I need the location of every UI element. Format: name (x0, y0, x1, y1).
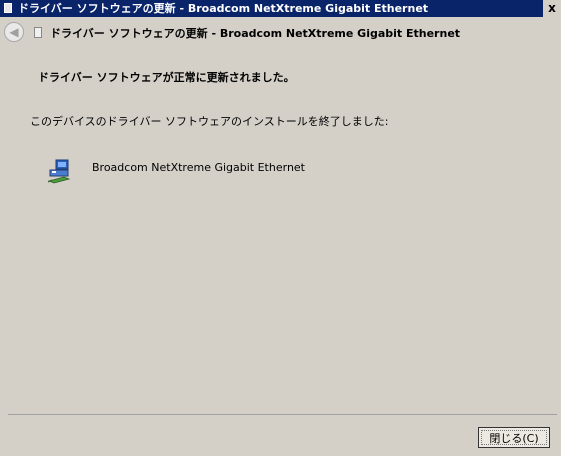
network-adapter-icon (47, 159, 71, 184)
header-title: ドライバー ソフトウェアの更新 - Broadcom NetXtreme Gig… (50, 27, 461, 40)
device-name: Broadcom NetXtreme Gigabit Ethernet (92, 161, 305, 174)
success-heading: ドライバー ソフトウェアが正常に更新されました。 (38, 71, 295, 84)
content-area: ドライバー ソフトウェアが正常に更新されました。 このデバイスのドライバー ソフ… (8, 51, 557, 415)
focus-rect (481, 430, 547, 445)
back-button[interactable]: ◀ (4, 22, 24, 42)
install-complete-message: このデバイスのドライバー ソフトウェアのインストールを終了しました: (30, 115, 389, 128)
close-icon[interactable]: x (543, 0, 561, 17)
window-title: ドライバー ソフトウェアの更新 - Broadcom NetXtreme Gig… (18, 2, 429, 15)
app-icon (4, 3, 12, 13)
close-button[interactable]: 閉じる(C) (478, 427, 550, 448)
title-bar[interactable]: ドライバー ソフトウェアの更新 - Broadcom NetXtreme Gig… (0, 0, 561, 17)
footer: 閉じる(C) (0, 415, 561, 456)
driver-update-window: ドライバー ソフトウェアの更新 - Broadcom NetXtreme Gig… (0, 0, 561, 456)
back-arrow-icon: ◀ (9, 25, 19, 39)
header-icon (34, 27, 42, 38)
wizard-header: ◀ ドライバー ソフトウェアの更新 - Broadcom NetXtreme G… (0, 17, 561, 51)
